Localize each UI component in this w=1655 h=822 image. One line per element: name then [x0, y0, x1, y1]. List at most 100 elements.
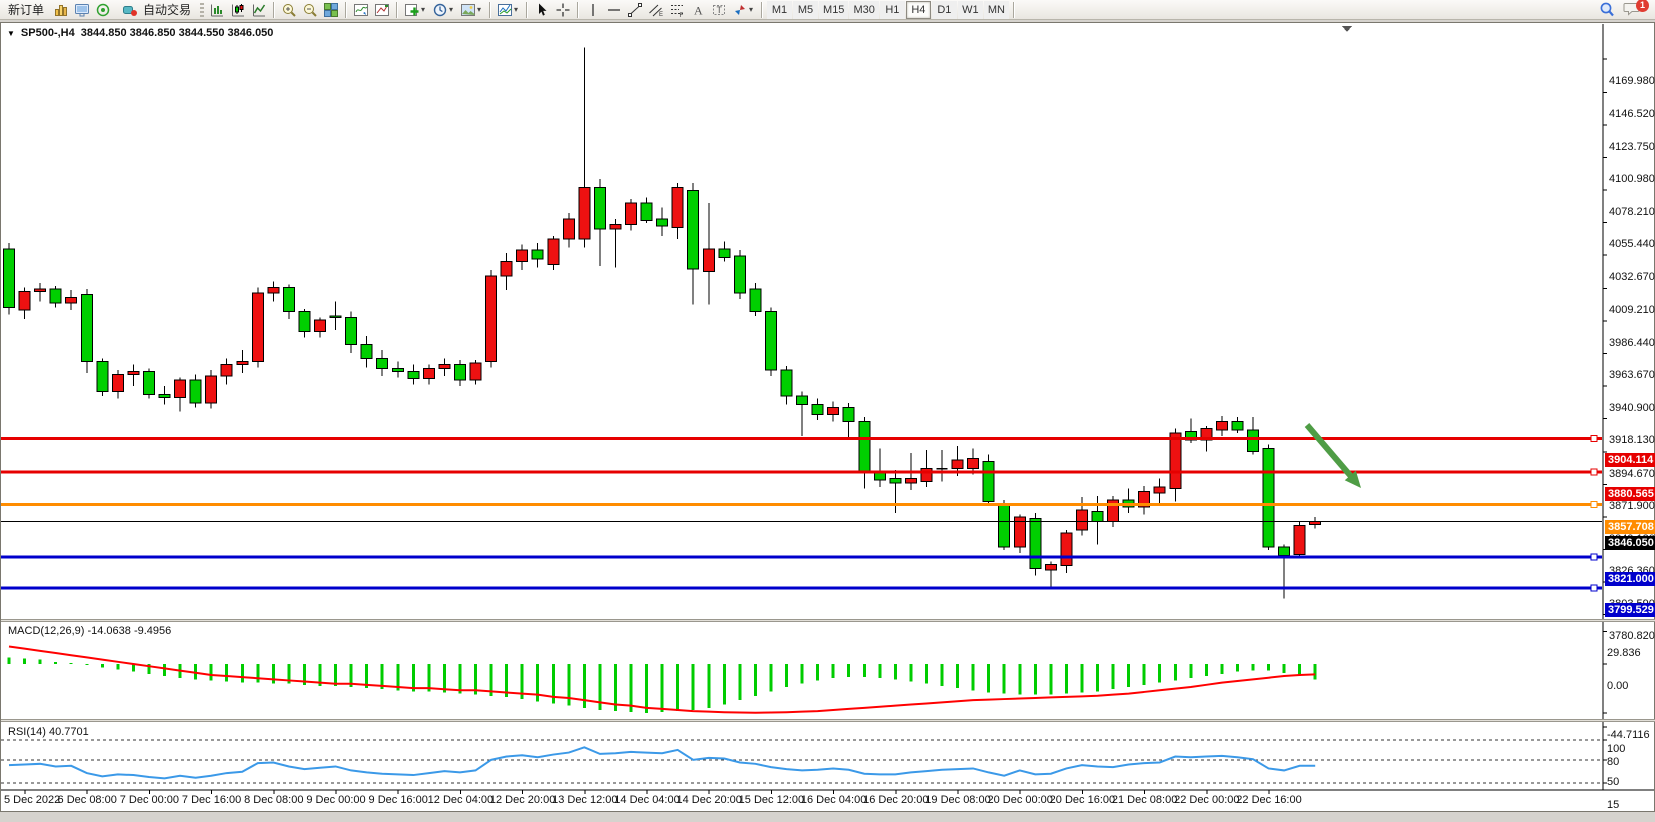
line-handle[interactable] [1591, 469, 1597, 475]
autotrade-button[interactable]: 自动交易 [114, 1, 197, 19]
price-axis-label: 3894.670 [1609, 468, 1655, 480]
line-handle[interactable] [1591, 554, 1597, 560]
horizontal-line-icon[interactable] [604, 1, 624, 19]
price-axis-label: 3780.820 [1609, 630, 1655, 642]
add-indicator-caret[interactable]: ▾ [421, 5, 429, 14]
line-handle[interactable] [1591, 585, 1597, 591]
indicator-window-icon[interactable] [351, 1, 371, 19]
timeframe-d1-button[interactable]: D1 [932, 1, 957, 19]
price-chart-canvas[interactable] [1, 23, 1655, 813]
svg-text:T: T [717, 5, 723, 15]
candle-body [765, 312, 776, 371]
current-price-tag: 3846.050 [1605, 536, 1655, 550]
tile-windows-icon[interactable] [321, 1, 341, 19]
price-axis-label: 4009.210 [1609, 304, 1655, 316]
crosshair-icon[interactable] [553, 1, 573, 19]
price-level-tag: 3799.529 [1605, 603, 1655, 617]
candle-body [361, 344, 372, 358]
line-handle[interactable] [1591, 435, 1597, 441]
candle-body [1294, 526, 1305, 555]
candle-body [1263, 449, 1274, 547]
bar-chart-icon[interactable] [207, 1, 227, 19]
time-axis-label: 19 Dec 08:00 [925, 794, 990, 806]
candle-body [190, 380, 201, 403]
price-axis-label: 3986.440 [1609, 337, 1655, 349]
candle-body [66, 297, 77, 303]
pane-separator-rsi[interactable] [1, 719, 1655, 722]
timeframe-m1-button[interactable]: M1 [767, 1, 792, 19]
candlestick-chart-icon[interactable] [228, 1, 248, 19]
chart-style-caret[interactable]: ▾ [514, 5, 522, 14]
zoom-out-icon[interactable] [300, 1, 320, 19]
terminal-icon[interactable] [72, 1, 92, 19]
timeframe-mn-button[interactable]: MN [984, 1, 1009, 19]
arrows-tool-icon[interactable] [730, 1, 750, 19]
timeframe-h1-button[interactable]: H1 [880, 1, 905, 19]
chart-window[interactable]: ▼ SP500-,H4 3844.850 3846.850 3844.550 3… [0, 22, 1655, 812]
candle-body [890, 479, 901, 483]
candle-body [1076, 510, 1087, 530]
text-icon[interactable]: A [688, 1, 708, 19]
price-level-tag: 3880.565 [1605, 487, 1655, 501]
timeframe-w1-button[interactable]: W1 [958, 1, 983, 19]
price-axis-label: 3940.900 [1609, 402, 1655, 414]
template-caret[interactable]: ▾ [477, 5, 485, 14]
pane-separator-macd[interactable] [1, 619, 1655, 622]
chevron-down-icon[interactable]: ▼ [7, 29, 15, 38]
candle-body [812, 404, 823, 414]
charts-icon[interactable] [51, 1, 71, 19]
notifications-button[interactable]: 1 [1623, 1, 1647, 19]
text-label-icon[interactable]: T [709, 1, 729, 19]
candle-body [610, 225, 621, 229]
arrows-tool-caret[interactable]: ▾ [749, 5, 757, 14]
period-caret[interactable]: ▾ [449, 5, 457, 14]
timeframe-m15-button[interactable]: M15 [819, 1, 848, 19]
toolbar-separator [526, 2, 528, 18]
timeframe-h4-button[interactable]: H4 [906, 1, 931, 19]
timeframe-m5-button[interactable]: M5 [793, 1, 818, 19]
line-chart-icon[interactable] [249, 1, 269, 19]
toolbar-grip [200, 3, 204, 17]
toolbar-separator [761, 2, 763, 18]
time-axis-label: 15 Dec 12:00 [739, 794, 804, 806]
market-signal-icon[interactable] [93, 1, 113, 19]
candle-body [921, 469, 932, 482]
candle-body [594, 187, 605, 228]
vertical-line-icon[interactable] [583, 1, 603, 19]
search-icon[interactable] [1597, 1, 1617, 19]
equidistant-channel-icon[interactable]: E [646, 1, 666, 19]
line-handle[interactable] [1591, 502, 1597, 508]
toolbar-separator [577, 2, 579, 18]
timeframe-m30-button[interactable]: M30 [849, 1, 878, 19]
status-strip [0, 812, 1655, 822]
zoom-in-icon[interactable] [279, 1, 299, 19]
candle-body [1170, 433, 1181, 489]
new-order-button[interactable]: 新订单 [2, 1, 50, 19]
indicator-list-icon[interactable] [372, 1, 392, 19]
candle-body [734, 256, 745, 293]
period-clock-icon[interactable] [430, 1, 450, 19]
candle-body [97, 362, 108, 392]
candle-body [392, 369, 403, 372]
rsi-axis-label: 15 [1607, 799, 1619, 811]
template-icon[interactable] [458, 1, 478, 19]
price-axis-label: 4100.980 [1609, 173, 1655, 185]
add-indicator-icon[interactable] [402, 1, 422, 19]
time-axis-label: 14 Dec 04:00 [614, 794, 679, 806]
time-axis-label: 6 Dec 08:00 [58, 794, 117, 806]
toolbar-separator [345, 2, 347, 18]
candle-body [4, 249, 15, 308]
svg-text:A: A [694, 3, 703, 17]
time-axis-label: 16 Dec 04:00 [801, 794, 866, 806]
toolbar-separator [489, 2, 491, 18]
candle-body [1279, 547, 1290, 556]
candle-body [1092, 511, 1103, 521]
chart-symbol-line: ▼ SP500-,H4 3844.850 3846.850 3844.550 3… [7, 27, 273, 39]
chart-style-icon[interactable] [495, 1, 515, 19]
candle-body [859, 422, 870, 472]
fibonacci-icon[interactable]: F [667, 1, 687, 19]
candle-body [221, 364, 232, 375]
cursor-icon[interactable] [532, 1, 552, 19]
trendline-icon[interactable] [625, 1, 645, 19]
price-level-tag: 3821.000 [1605, 572, 1655, 586]
